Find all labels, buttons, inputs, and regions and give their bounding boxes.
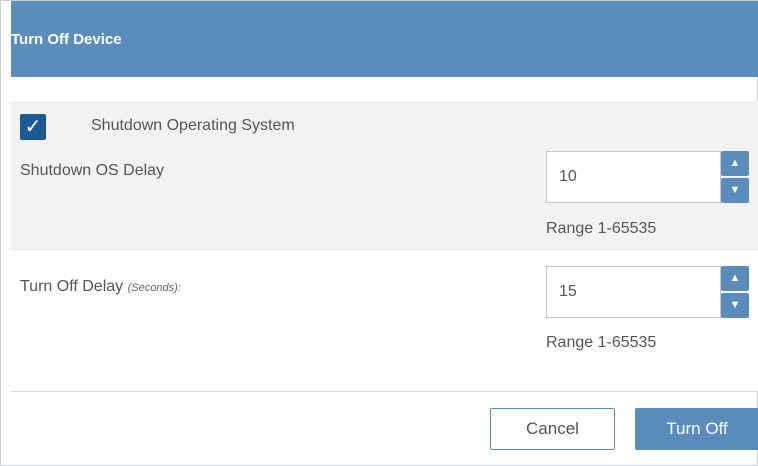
turn-off-delay-spin-buttons: ▲ ▼ [721,266,749,318]
dialog-title: Turn Off Device [11,30,122,48]
shutdown-os-delay-label: Shutdown OS Delay [20,162,165,179]
caret-up-icon[interactable]: ▲ [721,151,749,176]
turn-off-delay-label-text: Turn Off Delay [20,278,124,295]
turn-off-delay-section: Turn Off Delay (Seconds): ▲ ▼ Range 1-65… [11,251,758,391]
turn-off-delay-input[interactable] [546,266,721,318]
check-icon: ✓ [24,116,42,138]
shutdown-os-delay-range: Range 1-65535 [546,220,657,237]
turn-off-delay-label: Turn Off Delay (Seconds): [20,278,181,296]
caret-down-icon[interactable]: ▼ [721,178,749,203]
turn-off-delay-hint: (Seconds): [127,282,181,294]
turn-off-delay-spinner: ▲ ▼ [546,266,758,318]
caret-up-icon[interactable]: ▲ [721,266,749,291]
caret-down-icon[interactable]: ▼ [721,293,749,318]
dialog-header: Turn Off Device [11,1,758,77]
shutdown-os-delay-input[interactable] [546,151,721,203]
shutdown-os-section: ✓ Shutdown Operating System Shutdown OS … [11,101,758,251]
shutdown-os-delay-spin-buttons: ▲ ▼ [721,151,749,203]
cancel-button[interactable]: Cancel [490,408,615,450]
turn-off-delay-range: Range 1-65535 [546,334,657,351]
footer-divider [11,391,758,392]
shutdown-os-checkbox[interactable]: ✓ [20,114,46,140]
turn-off-button[interactable]: Turn Off [635,408,758,450]
shutdown-os-delay-spinner: ▲ ▼ [546,151,758,203]
shutdown-os-checkbox-label: Shutdown Operating System [91,117,295,134]
turn-off-device-dialog: Turn Off Device ✓ Shutdown Operating Sys… [0,0,758,466]
